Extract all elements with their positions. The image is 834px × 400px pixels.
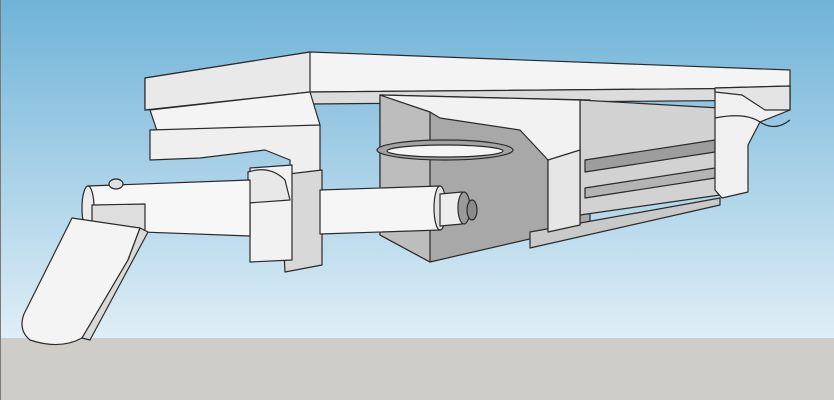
handle-hub-pin [108,178,124,190]
scene-canvas[interactable] [0,0,834,400]
ground [0,338,834,400]
model-viewport[interactable] [0,0,834,400]
underside-inner-wall [379,94,431,263]
viewport-left-edge [0,0,1,400]
center-hole-inner [386,144,504,158]
lead-screw [319,185,441,235]
center-block-side [547,149,581,233]
lead-screw-tip [466,199,478,221]
